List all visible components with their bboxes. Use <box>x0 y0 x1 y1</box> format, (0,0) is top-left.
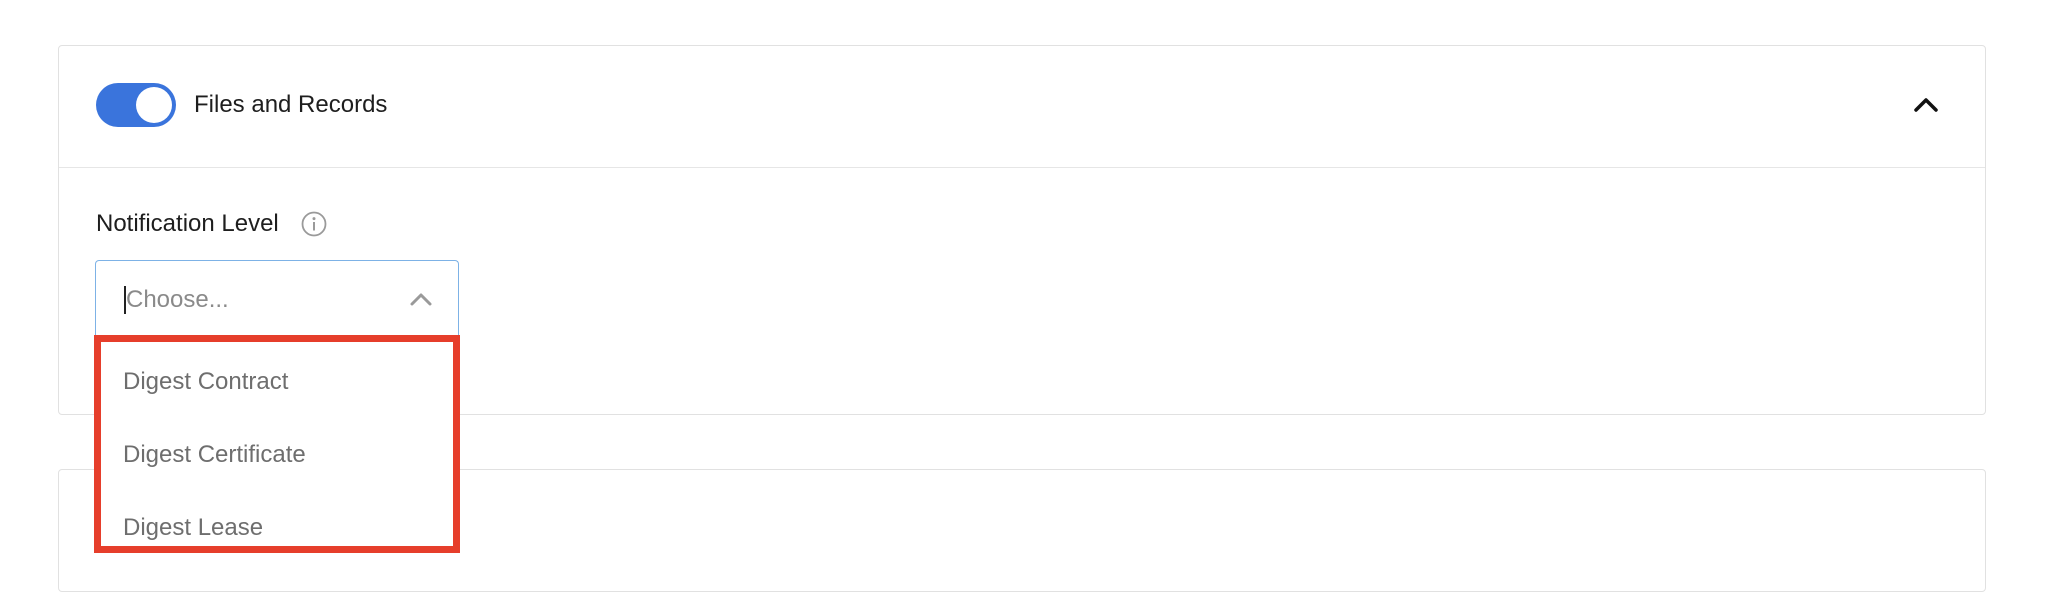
notification-level-select[interactable]: Choose... <box>95 260 459 336</box>
notification-level-label: Notification Level <box>96 210 279 237</box>
chevron-up-icon[interactable] <box>1911 90 1941 120</box>
dropdown-option-digest-lease[interactable]: Digest Lease <box>123 513 263 543</box>
chevron-up-icon[interactable] <box>408 288 434 310</box>
panel-header: Files and Records <box>59 46 1985 168</box>
toggle-knob <box>136 87 172 123</box>
enable-toggle[interactable] <box>96 83 176 127</box>
select-placeholder: Choose... <box>126 286 229 313</box>
section-title: Files and Records <box>194 91 388 118</box>
info-icon[interactable] <box>300 210 328 238</box>
dropdown-option-digest-contract[interactable]: Digest Contract <box>123 367 288 397</box>
dropdown-option-digest-certificate[interactable]: Digest Certificate <box>123 440 306 470</box>
dropdown-menu: Digest Contract Digest Certificate Diges… <box>94 335 460 553</box>
